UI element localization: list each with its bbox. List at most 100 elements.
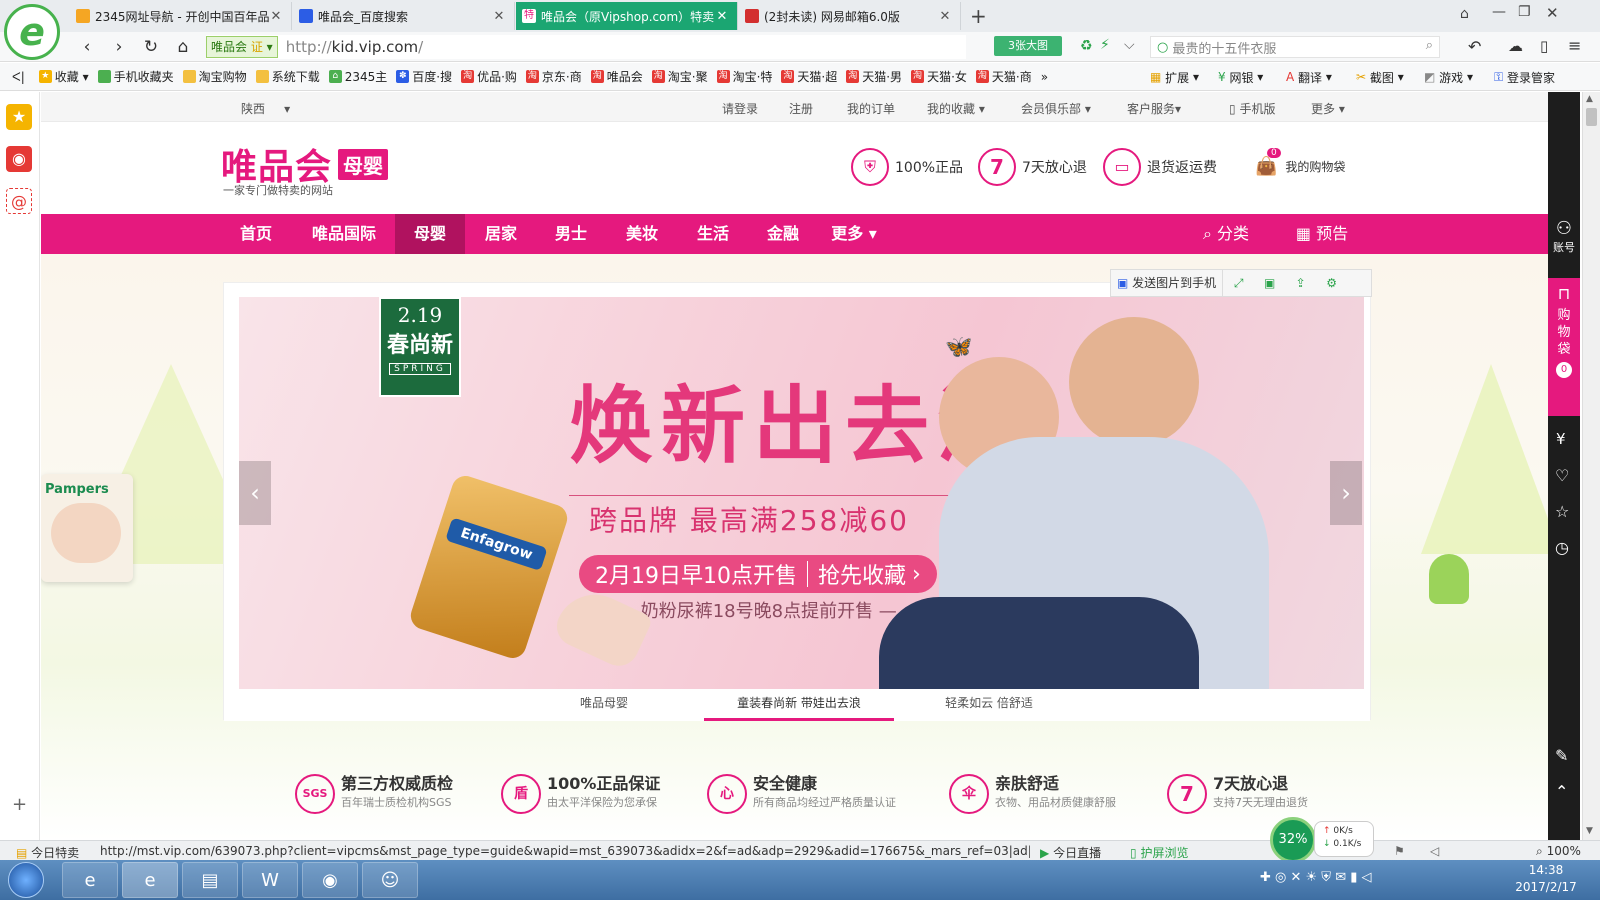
bookmark-item[interactable]: ✽ 百度·搜 bbox=[396, 68, 452, 85]
weibo-icon[interactable]: ◉ bbox=[6, 146, 32, 172]
bookmark-item[interactable]: 淘唯品会 bbox=[590, 68, 643, 85]
back-to-top-icon[interactable]: ⌃ bbox=[1555, 782, 1568, 801]
mobile-icon[interactable]: ▯ bbox=[1540, 37, 1548, 55]
account-button[interactable]: ⚇ 账号 bbox=[1548, 218, 1580, 255]
start-button-icon[interactable] bbox=[8, 862, 44, 898]
edit-icon[interactable]: ✎ bbox=[1555, 746, 1568, 765]
member-club-link[interactable]: 会员俱乐部 ▾ bbox=[1021, 100, 1091, 117]
banner-tab-active[interactable]: 童装春尚新 带娃出去浪 bbox=[704, 685, 894, 721]
maximize-icon[interactable]: ❐ bbox=[1518, 4, 1531, 20]
share-icon[interactable]: ⇪ bbox=[1285, 276, 1316, 290]
browser-logo-icon[interactable]: e bbox=[4, 4, 60, 60]
search-input[interactable]: ○ 最贵的十五件衣服 ⌕ bbox=[1150, 36, 1440, 58]
cart-link[interactable]: 👜 0 我的购物袋 bbox=[1255, 148, 1345, 177]
tab-163mail[interactable]: (2封未读) 网易邮箱6.0版 ✕ bbox=[739, 2, 961, 30]
banner-prev-arrow-icon[interactable]: ‹ bbox=[239, 461, 271, 525]
fullscreen-icon[interactable]: ⤢ bbox=[1223, 276, 1254, 291]
tray-clock[interactable]: 14:38 2017/2/17 bbox=[1496, 862, 1596, 896]
cloud-icon[interactable]: ☁ bbox=[1508, 37, 1523, 55]
nav-international[interactable]: 唯品国际 bbox=[304, 214, 384, 254]
taskbar-explorer-icon[interactable]: ▤ bbox=[182, 862, 238, 898]
window-close-icon[interactable]: ✕ bbox=[1546, 4, 1559, 22]
pampers-product-image[interactable]: Pampers bbox=[41, 474, 133, 582]
today-sale-link[interactable]: ▤ 今日特卖 bbox=[16, 844, 79, 861]
toolbar-extensions[interactable]: ▦ 扩展 ▾ bbox=[1150, 63, 1199, 90]
bookmark-item[interactable]: 淘宝购物 bbox=[182, 68, 247, 85]
nav-more[interactable]: 更多 ▾ bbox=[819, 214, 889, 254]
region-selector[interactable]: 陕西 ▾ bbox=[241, 100, 290, 117]
speaker-icon[interactable]: ◁ bbox=[1430, 844, 1439, 858]
nav-beauty[interactable]: 美妆 bbox=[607, 214, 677, 254]
more-bookmarks-icon[interactable]: » bbox=[1041, 70, 1048, 84]
scroll-thumb[interactable] bbox=[1586, 108, 1597, 126]
bookmark-item[interactable]: ⌂ 2345主 bbox=[328, 68, 387, 85]
page-scrollbar[interactable]: ▲ ▼ bbox=[1582, 92, 1600, 840]
skin-icon[interactable]: ⌂ bbox=[1460, 6, 1469, 22]
nav-life[interactable]: 生活 bbox=[678, 214, 748, 254]
taskbar-avatar-app-icon[interactable]: ☺ bbox=[362, 862, 418, 898]
yen-ticket-icon[interactable]: ¥ bbox=[1556, 430, 1566, 448]
history-icon[interactable]: ◷ bbox=[1555, 538, 1569, 557]
close-icon[interactable]: ✕ bbox=[492, 9, 506, 24]
cpu-meter[interactable]: 32% bbox=[1270, 817, 1316, 863]
banner-cta-button[interactable]: 2月19日早10点开售 抢先收藏 › bbox=[579, 555, 937, 593]
toolbar-games[interactable]: ◩ 游戏 ▾ bbox=[1424, 63, 1473, 90]
flag-icon[interactable]: ⚑ bbox=[1394, 844, 1405, 858]
nav-finance[interactable]: 金融 bbox=[748, 214, 818, 254]
bookmark-item[interactable]: 淘天猫·商 bbox=[975, 68, 1032, 85]
customer-service-link[interactable]: 客户服务▾ bbox=[1127, 100, 1181, 117]
nav-category[interactable]: ⌕ 分类 bbox=[1191, 214, 1261, 254]
search-icon[interactable]: ⌕ bbox=[1426, 38, 1433, 53]
scroll-up-icon[interactable]: ▲ bbox=[1586, 94, 1593, 104]
tab-2345[interactable]: 2345网址导航 - 开创中国百年品 ✕ bbox=[70, 2, 292, 30]
nav-baby[interactable]: 母婴 bbox=[395, 214, 465, 254]
banner-next-arrow-icon[interactable]: › bbox=[1330, 461, 1362, 525]
bookmark-item[interactable]: 淘淘宝·聚 bbox=[651, 68, 708, 85]
add-sidebar-icon[interactable]: + bbox=[12, 794, 27, 815]
menu-icon[interactable]: ≡ bbox=[1568, 36, 1581, 55]
chevron-down-icon[interactable]: ⌵ bbox=[1124, 37, 1135, 53]
scroll-down-icon[interactable]: ▼ bbox=[1586, 826, 1593, 836]
taskbar-ie-icon[interactable]: e bbox=[62, 862, 118, 898]
close-icon[interactable]: ✕ bbox=[715, 9, 729, 24]
more-link[interactable]: 更多 ▾ bbox=[1311, 100, 1345, 117]
nav-men[interactable]: 男士 bbox=[536, 214, 606, 254]
live-link[interactable]: ▶ 今日直播 bbox=[1040, 844, 1101, 861]
register-link[interactable]: 注册 bbox=[789, 100, 813, 117]
close-icon[interactable]: ✕ bbox=[269, 9, 283, 24]
refresh-icon[interactable]: ↻ bbox=[140, 36, 162, 58]
undo-icon[interactable]: ↶ bbox=[1468, 37, 1481, 56]
cart-sidebar-button[interactable]: ⊓ 购物袋 0 bbox=[1548, 278, 1580, 416]
banner-tab[interactable]: 轻柔如云 倍舒适 bbox=[894, 685, 1084, 721]
mail-at-icon[interactable]: @ bbox=[6, 188, 32, 214]
my-orders-link[interactable]: 我的订单 bbox=[847, 100, 895, 117]
back-icon[interactable]: ‹ bbox=[76, 36, 98, 58]
taskbar-chrome-icon[interactable]: ◉ bbox=[302, 862, 358, 898]
taskbar-wps-icon[interactable]: W bbox=[242, 862, 298, 898]
bookmark-item[interactable]: 淘天猫·男 bbox=[846, 68, 902, 85]
save-icon[interactable]: ▣ bbox=[1254, 276, 1285, 290]
bookmark-item[interactable]: 淘优品·购 bbox=[461, 68, 517, 85]
toolbar-translate[interactable]: A 翻译 ▾ bbox=[1286, 63, 1332, 90]
bookmark-item[interactable]: 淘天猫·超 bbox=[781, 68, 837, 85]
toolbar-login-manager[interactable]: ⚿ 登录管家 bbox=[1494, 63, 1555, 90]
bookmark-item[interactable]: 淘淘宝·特 bbox=[716, 68, 772, 85]
address-input[interactable]: 唯品会 证 ▾ http://kid.vip.com/ bbox=[206, 35, 966, 59]
tab-vipshop[interactable]: 特 唯品会（原Vipshop.com）特卖 ✕ bbox=[516, 2, 738, 30]
home-icon[interactable]: ⌂ bbox=[172, 36, 194, 58]
bookmark-item[interactable]: 淘京东·商 bbox=[525, 68, 582, 85]
toolbar-netbank[interactable]: ¥ 网银 ▾ bbox=[1218, 63, 1263, 90]
mobile-version-link[interactable]: ▯ 手机版 bbox=[1229, 100, 1275, 117]
tab-baidu[interactable]: 唯品会_百度搜索 ✕ bbox=[293, 2, 515, 30]
hero-banner[interactable]: 2.19 春尚新 SPRING 焕新出去浪 跨品牌 最高满258减60 2月19… bbox=[239, 297, 1364, 689]
close-icon[interactable]: ✕ bbox=[938, 9, 952, 24]
minimize-icon[interactable]: — bbox=[1492, 4, 1506, 20]
star-icon[interactable]: ☆ bbox=[1555, 502, 1569, 521]
bookmark-favorites[interactable]: ★ 收藏 ▾ bbox=[38, 68, 89, 85]
my-favorites-link[interactable]: 我的收藏 ▾ bbox=[927, 100, 985, 117]
toolbar-screenshot[interactable]: ✂ 截图 ▾ bbox=[1356, 63, 1404, 90]
tray-icons[interactable]: ✚ ◎ ✕ ☀ ⛨ ✉ ▮ ◁ bbox=[1260, 870, 1372, 885]
nav-preview[interactable]: ▦ 预告 bbox=[1287, 214, 1357, 254]
new-tab-button[interactable]: + bbox=[970, 4, 987, 28]
lightning-icon[interactable]: ⚡ bbox=[1100, 37, 1110, 53]
